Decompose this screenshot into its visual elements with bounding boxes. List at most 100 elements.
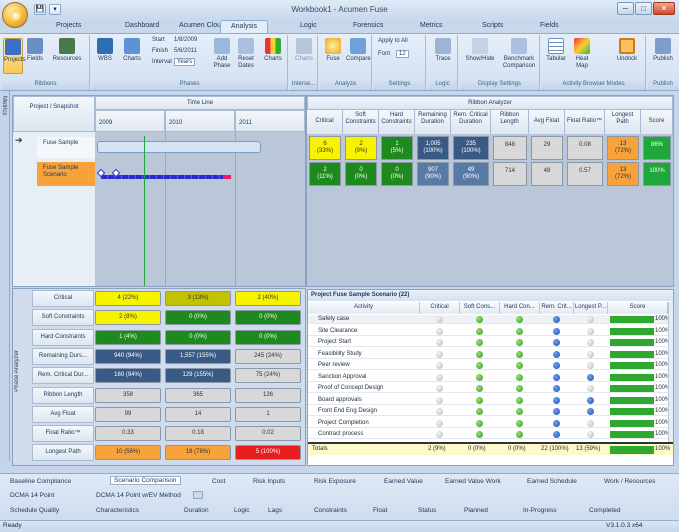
heat-map-button[interactable]: Heat Map [570,38,594,70]
activity-row[interactable]: Peer review 100% [308,361,670,370]
intersect-charts-button[interactable]: Charts [293,38,315,63]
tabular-button[interactable]: Tabular [544,38,568,63]
col-rem-critical-duration[interactable]: Rem. Critical Duration [451,110,491,134]
col-hard-constraints[interactable]: Hard Constraints [379,110,415,134]
col-longest-path[interactable]: Longest Path [605,110,641,134]
fields-ribbon-button[interactable]: Fields [25,38,45,63]
col-score[interactable]: Score [641,110,673,134]
trace-button[interactable]: Trace [431,38,455,63]
bottom-tab[interactable]: Float [373,507,387,514]
group-label-settings: Settings [374,81,425,90]
activity-row[interactable]: Site Clearance 100% [308,327,670,336]
bottom-tab[interactable]: Cost [212,478,225,485]
col-activity[interactable]: Activity [308,302,420,314]
col-float-ratio[interactable]: Float Ratio™ [565,110,605,134]
finish-date-field[interactable]: 5/6/2011 [174,48,197,54]
vertical-scrollbar[interactable] [668,302,673,442]
bottom-tab[interactable]: Duration [184,507,209,514]
fuse-sample-bar[interactable] [97,141,261,153]
font-size-select[interactable]: 12 [396,50,409,58]
charts-ribbon-button[interactable]: Charts [120,38,144,63]
bottom-tab[interactable]: Risk Inputs [253,478,285,485]
bottom-tab[interactable]: Schedule Quality [10,507,59,514]
col-score[interactable]: Score [608,302,668,314]
tab-scripts[interactable]: Scripts [482,22,503,29]
col-ribbon-length[interactable]: Ribbon Length [491,110,529,134]
bottom-tab[interactable]: Earned Value [384,478,423,485]
apply-to-all-checkbox[interactable]: Apply to All [378,38,408,44]
bottom-tab[interactable]: In-Progress [523,507,557,514]
bottom-tab[interactable]: Completed [589,507,620,514]
activity-row[interactable]: Front End Eng Design 100% [308,407,670,416]
score-bar [610,350,654,358]
neutral-dot-icon [436,339,443,346]
metrics-side-tab[interactable]: Metrics [1,96,7,115]
tab-fields[interactable]: Fields [540,22,559,29]
activity-row[interactable]: Project Completion 100% [308,419,670,428]
tab-metrics[interactable]: Metrics [420,22,443,29]
bottom-tab[interactable]: Planned [464,507,488,514]
resources-ribbon-button[interactable]: Resources [48,38,86,63]
activity-row[interactable]: Proof of Concept Design 100% [308,384,670,393]
scenario-bar[interactable] [101,175,227,179]
col-rem-critical[interactable]: Rem. Crit... [540,302,574,314]
bottom-tab[interactable]: Lags [268,507,282,514]
group-label-phases: Phases [92,81,287,90]
tab-dashboard[interactable]: Dashboard [125,22,159,29]
bottom-tab[interactable]: Constraints [314,507,347,514]
col-avg-float[interactable]: Avg Float [529,110,565,134]
undock-button[interactable]: Undock [614,38,640,63]
phase-analyzer-side-tab[interactable]: Phase Analyzer [14,350,20,392]
col-critical[interactable]: Critical [420,302,460,314]
col-hard-constraints[interactable]: Hard Con... [500,302,540,314]
phase-charts-button[interactable]: Charts [262,38,284,63]
activity-row[interactable]: Contract process 100% [308,430,670,439]
col-soft-constraints[interactable]: Soft Constraints [343,110,379,134]
bottom-tab[interactable]: Status [418,507,436,514]
bottom-tab[interactable]: Logic [234,507,250,514]
ribbon-analyzer-title: Ribbon Analyzer [307,96,673,110]
projects-ribbon-button[interactable]: Projects [3,38,26,74]
totals-longest-path: 13 (59%) [576,446,601,452]
col-soft-constraints[interactable]: Soft Cons... [460,302,500,314]
tab-logic[interactable]: Logic [300,22,317,29]
tab-forensics[interactable]: Forensics [353,22,383,29]
app-menu-button[interactable] [2,2,28,28]
tab-analysis[interactable]: Analysis [220,20,269,34]
col-critical[interactable]: Critical [307,110,343,134]
publish-button[interactable]: Publish [650,38,676,63]
bottom-tab[interactable]: Baseline Compliance [10,478,71,485]
add-phase-button[interactable]: Add Phase [212,38,232,70]
fuse-button[interactable]: Fuse [322,38,344,63]
bottom-tab[interactable]: Characteristics [96,507,139,514]
activity-row[interactable]: Project Start 100% [308,338,670,347]
col-longest-path[interactable]: Longest P... [574,302,608,314]
phase-metric-cell: 3 (13%) [165,291,231,306]
activity-row[interactable]: Safety case 100% [308,315,670,324]
activity-row[interactable]: Sanction Approval 100% [308,373,670,382]
minimize-button[interactable]: ─ [617,2,634,15]
bottom-tab[interactable]: DCMA 14 Point [10,492,54,499]
interval-select[interactable]: Years [174,58,196,66]
close-button[interactable]: ✕ [653,2,675,15]
show-hide-icon [472,38,488,54]
reset-dates-button[interactable]: Reset Dates [235,38,257,70]
bottom-tab[interactable]: Earned Schedule [527,478,577,485]
benchmark-comparison-button[interactable]: Benchmark Comparison [500,38,538,70]
bottom-tab[interactable]: Work / Resources [604,478,656,485]
wbs-ribbon-button[interactable]: WBS [94,38,116,63]
compare-button[interactable]: Compare [346,38,371,63]
bottom-tab[interactable]: DCMA 14 Point w/EV Method [96,492,181,499]
project-row-fuse-sample-scenario[interactable]: Fuse Sample Scenario [37,162,95,186]
bottom-tab[interactable]: Earned Value Work [445,478,501,485]
start-date-field[interactable]: 1/8/2009 [174,37,197,43]
maximize-button[interactable]: □ [635,2,652,15]
bottom-tab[interactable]: Risk Exposure [314,478,356,485]
tab-projects[interactable]: Projects [56,22,81,29]
show-hide-button[interactable]: Show/Hide [462,38,498,63]
project-row-fuse-sample[interactable]: Fuse Sample [37,137,95,158]
col-remaining-duration[interactable]: Remaining Duration [415,110,451,134]
activity-row[interactable]: Board approvals 100% [308,396,670,405]
bottom-tab[interactable]: Scenario Comparison [110,476,181,485]
activity-row[interactable]: Feasibility Study 100% [308,350,670,359]
